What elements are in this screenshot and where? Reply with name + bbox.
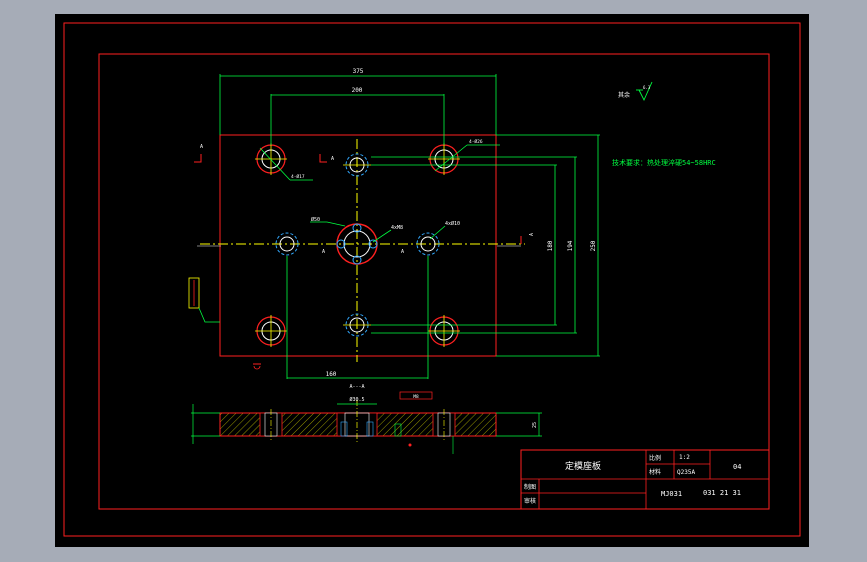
section-fit-label: Ø30.5 bbox=[349, 396, 364, 403]
cad-drawing: 375 200 160 250 194 180 4-Ø17 4-Ø26 Ø50 … bbox=[63, 22, 801, 537]
scale-label: 比例 bbox=[649, 454, 661, 462]
section-thread-label: M8 bbox=[413, 394, 419, 400]
section-a-upper-mid: A bbox=[331, 156, 334, 162]
section-depth-text: 25 bbox=[532, 422, 538, 428]
section-view: A---A Ø30.5 M8 25 bbox=[191, 384, 542, 454]
callout-corner-top-left: 4-Ø17 bbox=[291, 173, 305, 180]
drawing-date: 031 21 31 bbox=[703, 489, 741, 497]
section-title: A---A bbox=[349, 384, 364, 390]
corner-hole-bottom-right bbox=[428, 315, 460, 347]
surface-finish-value: 6.3 bbox=[643, 85, 651, 90]
side-detail bbox=[188, 277, 220, 323]
dim-overall-width: 375 bbox=[219, 68, 497, 135]
dim-vertical: 250 194 180 bbox=[371, 134, 600, 357]
callout-leaders: 4-Ø17 4-Ø26 Ø50 4xM8 4xØ10 bbox=[259, 138, 500, 243]
callout-corner-top-right: 4-Ø26 bbox=[469, 138, 483, 145]
corner-hole-top-right bbox=[428, 143, 460, 175]
dim-hole-spacing-text: 200 bbox=[352, 87, 363, 94]
title-block: 定模座板 比例 1:2 材料 Q235A 04 制图 审核 MJ031 031 … bbox=[520, 449, 770, 510]
corner-hole-bottom-left bbox=[255, 315, 287, 347]
dim-194-text: 194 bbox=[567, 240, 574, 251]
callout-center-bore: Ø50 bbox=[311, 216, 320, 223]
callout-thread-4xm8: 4xM8 bbox=[391, 225, 403, 231]
dim-bottom-width-text: 160 bbox=[326, 371, 337, 378]
section-a-center-right: A bbox=[401, 249, 404, 255]
section-markers: A A A A A bbox=[194, 144, 535, 370]
drawn-by-label: 制图 bbox=[524, 483, 536, 491]
dim-overall-height-text: 250 bbox=[590, 240, 597, 251]
dim-hole-spacing: 200 bbox=[270, 87, 445, 145]
section-a-center-left: A bbox=[322, 249, 325, 255]
section-a-upper-left: A bbox=[200, 144, 203, 150]
material-value: Q235A bbox=[677, 469, 695, 476]
drawing-code: MJ031 bbox=[661, 490, 682, 498]
material-label: 材料 bbox=[649, 468, 661, 476]
surface-finish-label: 其余 bbox=[618, 91, 630, 99]
surface-finish-note: 其余 6.3 bbox=[618, 81, 653, 102]
part-name: 定模座板 bbox=[565, 460, 601, 472]
inner-drawing-frame bbox=[98, 53, 770, 510]
sheet-number: 04 bbox=[733, 463, 741, 471]
callout-side-hole: 4xØ10 bbox=[445, 220, 460, 227]
scale-value: 1:2 bbox=[679, 454, 690, 461]
section-a-right: A bbox=[529, 233, 535, 236]
plan-view: 375 200 160 250 194 180 4-Ø17 4-Ø26 Ø50 … bbox=[188, 68, 600, 379]
checked-by-label: 审核 bbox=[524, 497, 536, 505]
corner-hole-top-left bbox=[255, 143, 287, 175]
dim-overall-width-text: 375 bbox=[353, 68, 364, 75]
dim-180-text: 180 bbox=[547, 240, 554, 251]
cad-viewport[interactable]: 375 200 160 250 194 180 4-Ø17 4-Ø26 Ø50 … bbox=[55, 14, 809, 547]
tech-requirement-note: 技术要求：热处理淬硬54~58HRC bbox=[612, 158, 716, 167]
